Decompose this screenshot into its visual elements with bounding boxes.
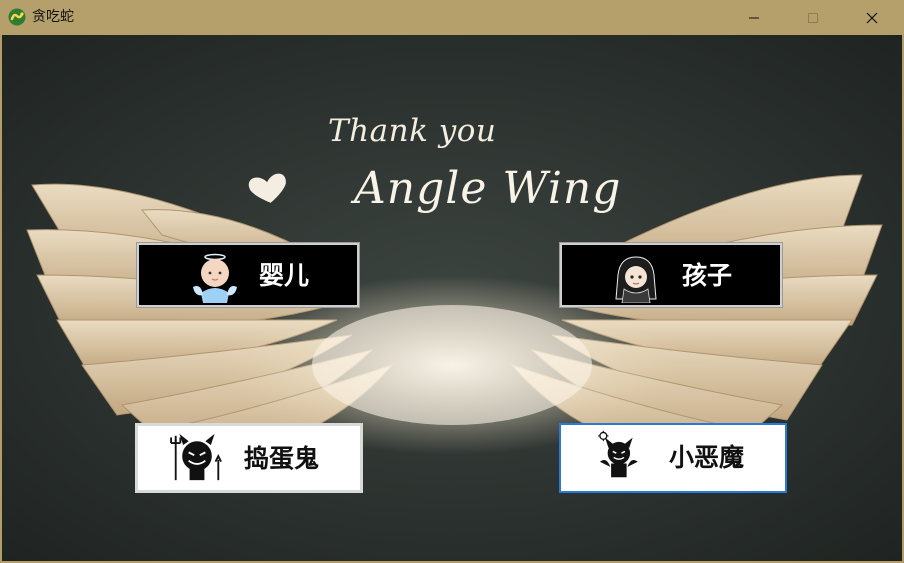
anime-child-icon [615, 256, 657, 303]
prankster-option-button[interactable]: 捣蛋鬼 [135, 423, 363, 493]
thank-you-text: Thank you [328, 113, 497, 149]
game-menu-area: Thank you Angle Wing 婴儿 孩子 捣蛋鬼 小恶魔 [2, 35, 902, 561]
app-window: 贪吃蛇 Thank you Angle Wing 婴儿 孩子 捣蛋鬼 小恶魔 [0, 0, 904, 563]
prankster-option-label: 捣蛋鬼 [244, 444, 320, 473]
angle-wing-text: Angle Wing [354, 163, 622, 214]
snake-app-icon [8, 8, 26, 26]
minimize-button[interactable] [725, 0, 783, 35]
baby-angel-icon [193, 253, 237, 303]
maximize-icon [808, 12, 818, 23]
child-option-label: 孩子 [682, 261, 733, 290]
close-icon [866, 12, 878, 23]
child-option-button[interactable]: 孩子 [559, 242, 783, 308]
maximize-button[interactable] [784, 0, 842, 35]
little-demon-option-label: 小恶魔 [669, 443, 745, 472]
little-demon-icon [598, 430, 638, 478]
baby-option-button[interactable]: 婴儿 [136, 242, 360, 308]
minimize-icon [749, 17, 759, 18]
little-demon-option-button[interactable]: 小恶魔 [559, 423, 787, 493]
title-bar[interactable]: 贪吃蛇 [0, 0, 904, 35]
window-title: 贪吃蛇 [32, 9, 74, 25]
baby-option-label: 婴儿 [259, 261, 310, 290]
close-button[interactable] [843, 0, 901, 35]
devil-trident-icon [170, 433, 222, 481]
